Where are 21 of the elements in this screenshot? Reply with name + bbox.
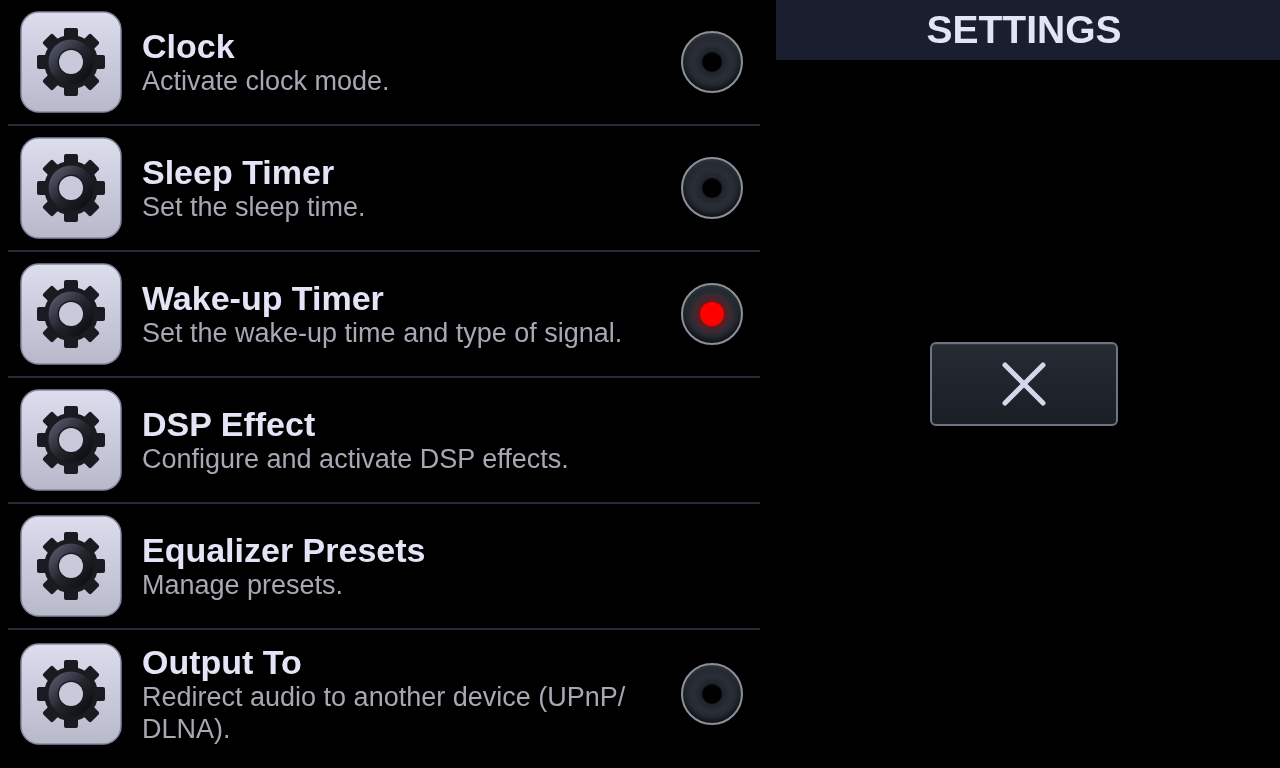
item-title: Equalizer Presets: [142, 531, 426, 569]
item-title: DSP Effect: [142, 405, 316, 443]
item-description: Set the sleep time.: [142, 191, 366, 223]
item-description: Manage presets.: [142, 569, 344, 601]
item-title: Sleep Timer: [142, 153, 335, 191]
gear-icon: [20, 137, 122, 239]
item-title: Output To: [142, 643, 302, 681]
item-description: Configure and activate DSP effects.: [142, 443, 569, 475]
gear-icon: [20, 389, 122, 491]
item-title: Clock: [142, 27, 235, 65]
item-description: Activate clock mode.: [142, 65, 390, 97]
gear-icon: [20, 643, 122, 745]
item-description: Redirect audio to another device (UPnP/DLNA).: [142, 681, 627, 745]
gear-icon: [20, 263, 122, 365]
close-button[interactable]: [930, 342, 1118, 426]
item-title: Wake-up Timer: [142, 279, 384, 317]
settings-title: SETTINGS: [926, 8, 1122, 52]
item-description: Set the wake-up time and type of signal.: [142, 317, 623, 349]
gear-icon: [20, 11, 122, 113]
close-icon: [1001, 361, 1047, 407]
gear-icon: [20, 515, 122, 617]
